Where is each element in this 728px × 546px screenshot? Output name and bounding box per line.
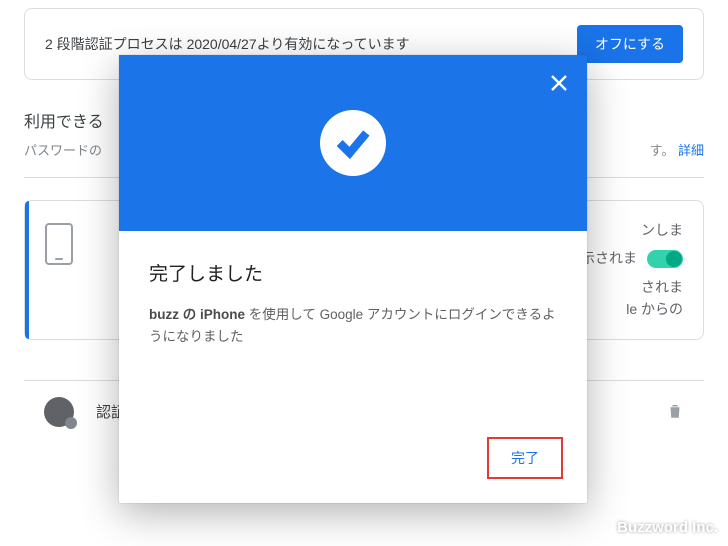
section-desc-prefix: パスワードの bbox=[24, 143, 102, 158]
modal-header bbox=[119, 55, 587, 231]
modal-device-name: buzz の iPhone bbox=[149, 307, 245, 322]
method-text-line2: 示されま bbox=[581, 247, 637, 269]
modal-footer: 完了 bbox=[119, 437, 587, 503]
checkmark-icon bbox=[320, 110, 386, 176]
authenticator-icon bbox=[44, 397, 74, 427]
done-button[interactable]: 完了 bbox=[487, 437, 563, 479]
two-fa-status-text: 2 段階認証プロセスは 2020/04/27より有効になっています bbox=[45, 34, 410, 54]
completion-modal: 完了しました buzz の iPhone を使用して Google アカウントに… bbox=[119, 55, 587, 503]
details-link[interactable]: 詳細 bbox=[678, 143, 704, 158]
phone-icon bbox=[45, 223, 73, 265]
phone-prompt-toggle[interactable] bbox=[647, 250, 683, 268]
modal-body: 完了しました buzz の iPhone を使用して Google アカウントに… bbox=[119, 231, 587, 367]
trash-icon[interactable] bbox=[666, 402, 684, 422]
modal-description: buzz の iPhone を使用して Google アカウントにログインできる… bbox=[149, 304, 557, 347]
section-desc-suffix: す。 bbox=[650, 143, 675, 158]
watermark: Buzzword Inc. bbox=[617, 519, 718, 536]
turn-off-button[interactable]: オフにする bbox=[577, 25, 683, 63]
modal-title: 完了しました bbox=[149, 259, 557, 286]
close-icon[interactable] bbox=[545, 69, 573, 97]
